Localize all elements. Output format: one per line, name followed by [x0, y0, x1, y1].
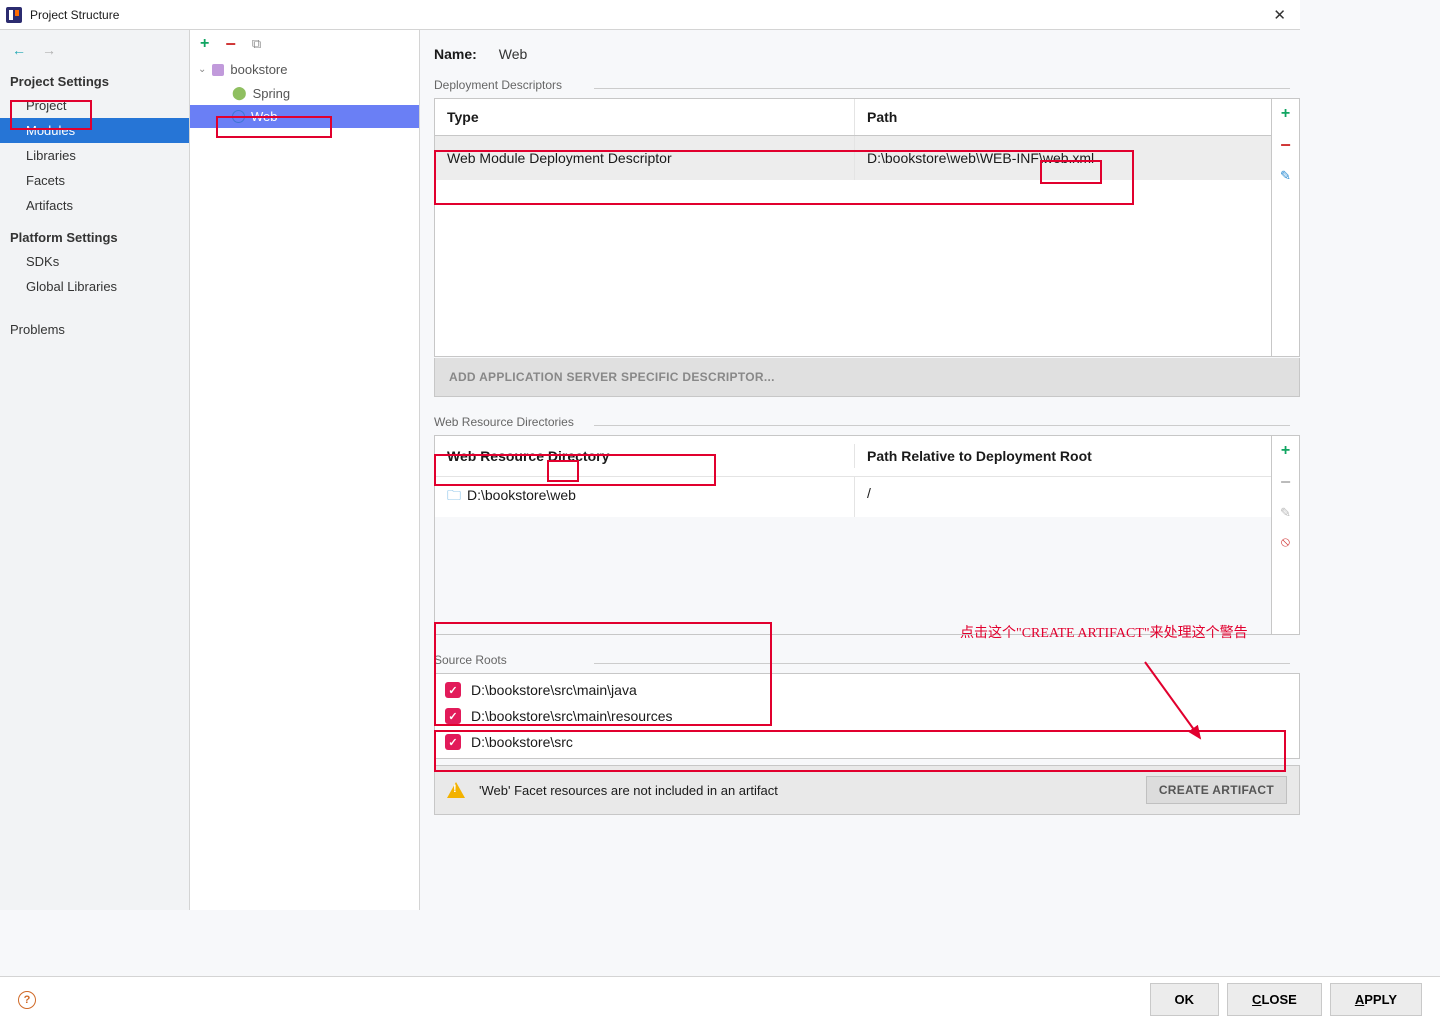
deployment-descriptors-table: Type Path Web Module Deployment Descript… [434, 98, 1300, 357]
tree-label: bookstore [230, 62, 287, 77]
list-item[interactable]: ✓ D:\bookstore\src [445, 734, 1289, 750]
name-label: Name: [434, 46, 477, 62]
remove-icon[interactable]: − [1280, 135, 1291, 156]
module-icon [212, 64, 224, 76]
tree-add-icon[interactable]: + [200, 35, 209, 53]
name-value[interactable]: Web [499, 46, 528, 62]
help-icon[interactable]: ⦸ [1281, 533, 1290, 550]
edit-icon: ✎ [1280, 505, 1291, 521]
col-dir: Web Resource Directory [435, 444, 855, 468]
nav-project[interactable]: Project [0, 93, 189, 118]
warning-bar: 'Web' Facet resources are not included i… [434, 765, 1300, 815]
close-icon[interactable]: ✕ [1265, 6, 1294, 24]
cell-rel-path: / [855, 477, 1271, 517]
deployment-descriptors-legend: Deployment Descriptors [434, 78, 1300, 98]
nav-libraries[interactable]: Libraries [0, 143, 189, 168]
list-item[interactable]: ✓ D:\bookstore\src\main\java [445, 682, 1289, 698]
table-empty [435, 180, 1271, 356]
spring-icon: ⬤ [232, 85, 247, 101]
section-platform-settings: Platform Settings [0, 218, 189, 249]
tree-facet-spring[interactable]: ⬤ Spring [190, 81, 419, 105]
dialog-footer: ? OK CLOSE APPLY [0, 976, 1440, 1022]
src-root-path: D:\bookstore\src\main\resources [471, 708, 673, 724]
app-icon [6, 7, 22, 23]
col-type: Type [435, 99, 855, 135]
tree-copy-icon[interactable]: ⧉ [252, 36, 261, 52]
warning-icon [447, 782, 465, 798]
src-root-path: D:\bookstore\src\main\java [471, 682, 637, 698]
nav-sdks[interactable]: SDKs [0, 249, 189, 274]
source-roots-list: ✓ D:\bookstore\src\main\java ✓ D:\bookstor… [434, 673, 1300, 759]
source-roots-legend: Source Roots [434, 653, 1300, 673]
folder-icon: 🗀 [447, 487, 461, 503]
col-rel-path: Path Relative to Deployment Root [855, 444, 1271, 468]
add-server-descriptor-button[interactable]: ADD APPLICATION SERVER SPECIFIC DESCRIPT… [434, 358, 1300, 397]
warning-text: 'Web' Facet resources are not included i… [479, 783, 778, 798]
tree-label: Spring [253, 86, 291, 101]
checkbox-checked-icon[interactable]: ✓ [445, 734, 461, 750]
tree-module-bookstore[interactable]: ⌄ bookstore [190, 58, 419, 81]
checkbox-checked-icon[interactable]: ✓ [445, 682, 461, 698]
nav-problems[interactable]: Problems [0, 317, 189, 342]
col-path: Path [855, 99, 1271, 135]
list-item[interactable]: ✓ D:\bookstore\src\main\resources [445, 708, 1289, 724]
nav-facets[interactable]: Facets [0, 168, 189, 193]
apply-button[interactable]: APPLY [1330, 983, 1422, 1016]
web-resource-directories-legend: Web Resource Directories [434, 415, 1300, 435]
settings-sidebar: ← → Project Settings Project Modules Lib… [0, 30, 190, 910]
cell-type: Web Module Deployment Descriptor [435, 136, 855, 180]
cell-path: D:\bookstore\web\WEB-INF\web.xml [855, 136, 1271, 180]
checkbox-checked-icon[interactable]: ✓ [445, 708, 461, 724]
annotation-text: 点击这个"CREATE ARTIFACT"来处理这个警告 [960, 622, 1290, 642]
module-tree: + − ⧉ ⌄ bookstore ⬤ Spring Web [190, 30, 420, 910]
titlebar: Project Structure ✕ [0, 0, 1300, 30]
cell-dir: D:\bookstore\web [467, 487, 576, 503]
tree-facet-web[interactable]: Web [190, 105, 419, 128]
main-panel: Name: Web Deployment Descriptors Type Pa… [420, 30, 1300, 910]
web-resource-table: Web Resource Directory Path Relative to … [434, 435, 1300, 635]
nav-modules[interactable]: Modules [0, 118, 189, 143]
tree-remove-icon[interactable]: − [225, 34, 236, 55]
section-project-settings: Project Settings [0, 62, 189, 93]
create-artifact-button[interactable]: CREATE ARTIFACT [1146, 776, 1287, 804]
table-row[interactable]: Web Module Deployment Descriptor D:\book… [435, 136, 1271, 180]
close-button[interactable]: CLOSE [1227, 983, 1322, 1016]
nav-forward-icon[interactable]: → [42, 42, 56, 58]
remove-icon: − [1280, 472, 1291, 493]
help-icon[interactable]: ? [18, 991, 36, 1009]
edit-icon[interactable]: ✎ [1280, 168, 1291, 184]
window-title: Project Structure [30, 8, 119, 22]
add-icon[interactable]: + [1281, 105, 1290, 123]
nav-global-libraries[interactable]: Global Libraries [0, 274, 189, 299]
chevron-down-icon: ⌄ [198, 64, 206, 75]
nav-artifacts[interactable]: Artifacts [0, 193, 189, 218]
table-row[interactable]: 🗀 D:\bookstore\web / [435, 477, 1271, 517]
ok-button[interactable]: OK [1150, 983, 1220, 1016]
nav-back-icon[interactable]: ← [12, 42, 26, 58]
src-root-path: D:\bookstore\src [471, 734, 573, 750]
add-icon[interactable]: + [1281, 442, 1290, 460]
web-icon [232, 110, 245, 123]
tree-label: Web [251, 109, 278, 124]
